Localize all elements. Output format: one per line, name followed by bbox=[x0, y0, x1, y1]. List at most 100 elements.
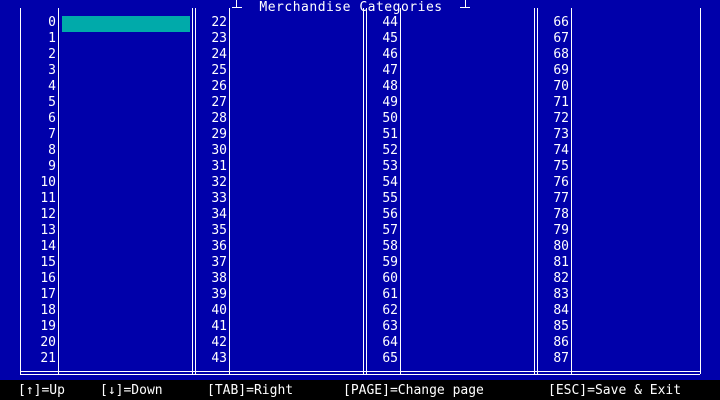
category-entry[interactable] bbox=[404, 144, 532, 160]
category-entry[interactable] bbox=[198, 144, 358, 160]
category-entry[interactable] bbox=[198, 352, 358, 368]
category-entry[interactable] bbox=[198, 160, 358, 176]
category-entry[interactable] bbox=[404, 128, 532, 144]
category-entry[interactable] bbox=[540, 48, 700, 64]
category-entry[interactable] bbox=[62, 96, 190, 112]
category-entry[interactable] bbox=[540, 336, 700, 352]
category-entry[interactable] bbox=[540, 192, 700, 208]
category-entry[interactable] bbox=[62, 352, 190, 368]
category-entry[interactable] bbox=[404, 336, 532, 352]
category-entry[interactable] bbox=[62, 144, 190, 160]
divider-right-outer bbox=[700, 8, 701, 374]
category-entry[interactable] bbox=[540, 128, 700, 144]
category-number: 47 bbox=[382, 63, 398, 78]
category-entry[interactable] bbox=[540, 320, 700, 336]
category-entry[interactable] bbox=[62, 240, 190, 256]
screen-title: Merchandise Categories bbox=[244, 0, 458, 16]
category-entry[interactable] bbox=[404, 80, 532, 96]
category-entry[interactable] bbox=[62, 304, 190, 320]
category-entry[interactable] bbox=[62, 128, 190, 144]
category-entry[interactable] bbox=[404, 160, 532, 176]
category-entry[interactable] bbox=[62, 336, 190, 352]
category-entry[interactable] bbox=[198, 256, 358, 272]
category-entry[interactable] bbox=[540, 224, 700, 240]
category-entry[interactable] bbox=[540, 16, 700, 32]
category-entry[interactable] bbox=[198, 192, 358, 208]
category-entry[interactable] bbox=[198, 224, 358, 240]
category-entry[interactable] bbox=[540, 240, 700, 256]
category-entry[interactable] bbox=[404, 192, 532, 208]
category-entry[interactable] bbox=[540, 160, 700, 176]
category-number: 11 bbox=[40, 191, 56, 206]
category-entry[interactable] bbox=[540, 256, 700, 272]
category-entry[interactable] bbox=[540, 304, 700, 320]
category-entry[interactable] bbox=[198, 208, 358, 224]
category-entry[interactable] bbox=[198, 176, 358, 192]
category-entry[interactable] bbox=[404, 352, 532, 368]
category-entry[interactable] bbox=[540, 272, 700, 288]
category-number: 46 bbox=[382, 47, 398, 62]
category-entry[interactable] bbox=[198, 80, 358, 96]
category-number: 62 bbox=[382, 303, 398, 318]
category-entry[interactable] bbox=[404, 272, 532, 288]
category-number: 19 bbox=[40, 319, 56, 334]
category-entry[interactable] bbox=[198, 112, 358, 128]
category-entry[interactable] bbox=[198, 32, 358, 48]
category-entry[interactable] bbox=[198, 304, 358, 320]
category-entry[interactable] bbox=[62, 112, 190, 128]
category-entry[interactable] bbox=[62, 272, 190, 288]
category-entry[interactable] bbox=[198, 240, 358, 256]
category-entry[interactable] bbox=[404, 16, 532, 32]
category-entry[interactable] bbox=[404, 64, 532, 80]
category-entry[interactable] bbox=[198, 288, 358, 304]
category-entry[interactable] bbox=[404, 320, 532, 336]
category-entry[interactable] bbox=[540, 80, 700, 96]
category-entry[interactable] bbox=[198, 128, 358, 144]
category-entry[interactable] bbox=[62, 256, 190, 272]
category-entry[interactable] bbox=[198, 96, 358, 112]
category-entry[interactable] bbox=[540, 112, 700, 128]
category-entry[interactable] bbox=[404, 256, 532, 272]
title-bracket-right bbox=[465, 0, 466, 8]
category-entry[interactable] bbox=[540, 64, 700, 80]
category-entry[interactable] bbox=[404, 96, 532, 112]
category-entry[interactable] bbox=[62, 80, 190, 96]
category-entry[interactable] bbox=[404, 176, 532, 192]
category-entry[interactable] bbox=[198, 48, 358, 64]
category-entry[interactable] bbox=[62, 224, 190, 240]
category-number: 51 bbox=[382, 127, 398, 142]
category-entry[interactable] bbox=[540, 288, 700, 304]
category-entry[interactable] bbox=[540, 352, 700, 368]
category-entry[interactable] bbox=[62, 32, 190, 48]
category-entry[interactable] bbox=[404, 32, 532, 48]
category-entry[interactable] bbox=[540, 144, 700, 160]
category-entry[interactable] bbox=[404, 112, 532, 128]
category-entry[interactable] bbox=[198, 336, 358, 352]
category-entry[interactable] bbox=[404, 224, 532, 240]
category-entry[interactable] bbox=[540, 32, 700, 48]
category-number: 50 bbox=[382, 111, 398, 126]
category-entry-selected[interactable] bbox=[62, 16, 190, 32]
category-entry[interactable] bbox=[404, 208, 532, 224]
category-entry[interactable] bbox=[62, 160, 190, 176]
category-entry[interactable] bbox=[62, 64, 190, 80]
category-entry[interactable] bbox=[198, 320, 358, 336]
category-entry[interactable] bbox=[540, 96, 700, 112]
category-entry[interactable] bbox=[62, 176, 190, 192]
category-entry[interactable] bbox=[404, 288, 532, 304]
category-entry[interactable] bbox=[404, 240, 532, 256]
category-entry[interactable] bbox=[540, 208, 700, 224]
category-entry[interactable] bbox=[404, 304, 532, 320]
category-entry[interactable] bbox=[62, 48, 190, 64]
category-entry[interactable] bbox=[62, 288, 190, 304]
category-entry[interactable] bbox=[198, 272, 358, 288]
category-entry[interactable] bbox=[62, 320, 190, 336]
category-entry[interactable] bbox=[62, 208, 190, 224]
category-entry[interactable] bbox=[62, 192, 190, 208]
category-number: 7 bbox=[48, 127, 56, 142]
category-entry[interactable] bbox=[198, 16, 358, 32]
category-entry[interactable] bbox=[404, 48, 532, 64]
category-entry[interactable] bbox=[198, 64, 358, 80]
category-entry[interactable] bbox=[540, 176, 700, 192]
category-number: 54 bbox=[382, 175, 398, 190]
